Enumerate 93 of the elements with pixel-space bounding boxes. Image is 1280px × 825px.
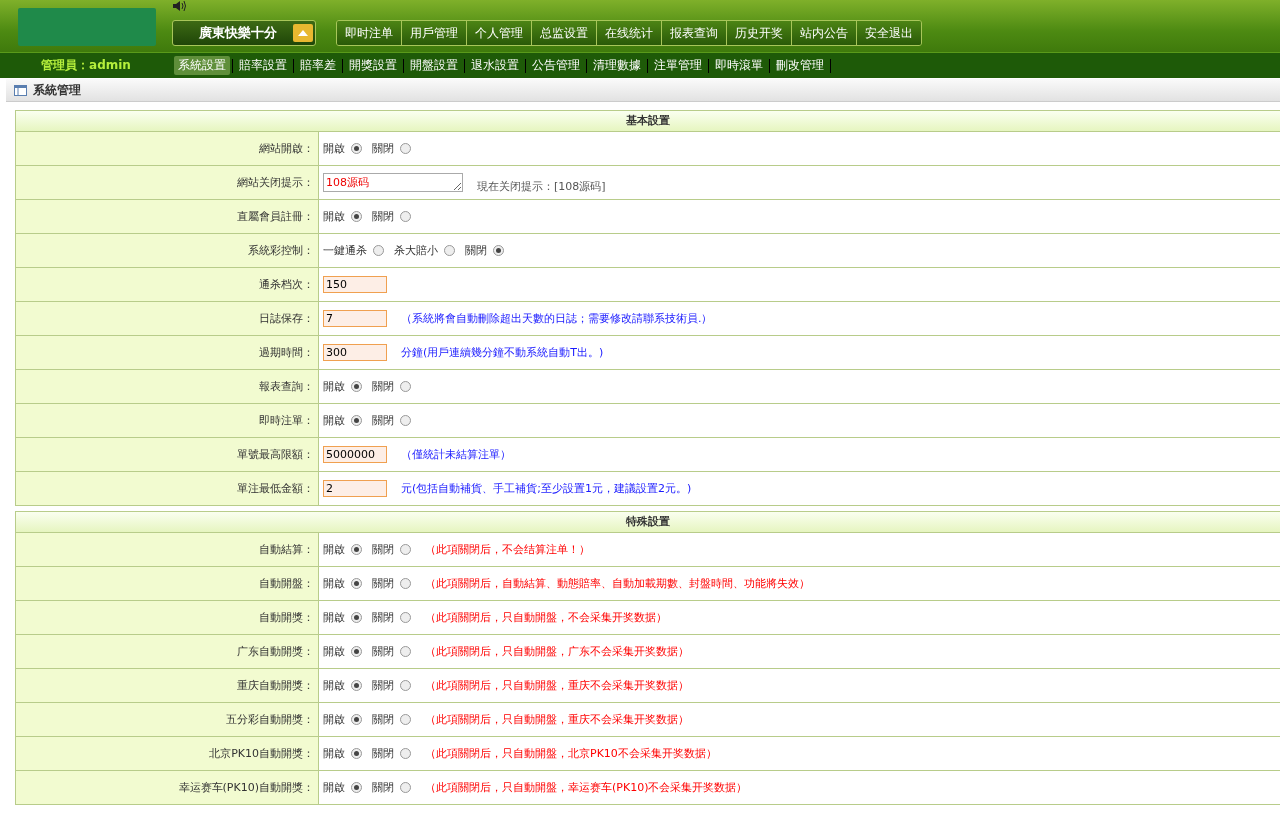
setting-label: 自動開獎： [16, 601, 319, 634]
radio-option[interactable]: 關閉 [372, 780, 411, 795]
subnav-link[interactable]: 開獎設置 [345, 56, 401, 75]
radio-option[interactable]: 開啟 [323, 542, 362, 557]
radio-option[interactable]: 關閉 [372, 610, 411, 625]
nav-button[interactable]: 个人管理 [467, 21, 532, 45]
radio-option[interactable]: 關閉 [372, 746, 411, 761]
nav-button[interactable]: 用戶管理 [402, 21, 467, 45]
setting-label: 報表查詢： [16, 370, 319, 403]
setting-label: 广东自動開獎： [16, 635, 319, 668]
setting-note: （此項關閉后，只自動開盤，重庆不会采集开奖数据） [425, 712, 689, 727]
radio-option[interactable]: 開啟 [323, 413, 362, 428]
subnav-link[interactable]: 清理數據 [589, 56, 645, 75]
setting-label: 五分彩自動開獎： [16, 703, 319, 736]
setting-note: （此項關閉后，只自動開盤，不会采集开奖数据） [425, 610, 667, 625]
setting-label: 北京PK10自動開獎： [16, 737, 319, 770]
text-area[interactable]: 108源码 [323, 173, 463, 192]
setting-label: 直屬會員註冊： [16, 200, 319, 233]
nav-button[interactable]: 即时注单 [337, 21, 402, 45]
setting-note: （此項關閉后，只自動開盤，幸运赛车(PK10)不会采集开奖数据） [425, 780, 748, 795]
speaker-icon[interactable] [172, 0, 186, 12]
section-heading: 基本設置 [16, 111, 1280, 132]
radio-option[interactable]: 關閉 [372, 379, 411, 394]
radio-option[interactable]: 開啟 [323, 610, 362, 625]
setting-label: 單號最高限額： [16, 438, 319, 471]
setting-label: 日誌保存： [16, 302, 319, 335]
setting-label: 過期時間： [16, 336, 319, 369]
radio-option[interactable]: 開啟 [323, 712, 362, 727]
setting-label: 通杀档次： [16, 268, 319, 301]
radio-option[interactable]: 關閉 [372, 678, 411, 693]
radio-option[interactable]: 開啟 [323, 576, 362, 591]
setting-note: （此項關閉后，不会结算注单！） [425, 542, 590, 557]
setting-note: （此項關閉后，只自動開盤，重庆不会采集开奖数据） [425, 678, 689, 693]
subnav-link[interactable]: 開盤設置 [406, 56, 462, 75]
setting-label: 自動開盤： [16, 567, 319, 600]
setting-label: 即時注單： [16, 404, 319, 437]
radio-option[interactable]: 關閉 [372, 644, 411, 659]
setting-label: 單注最低金額： [16, 472, 319, 505]
setting-note: 分鐘(用戶連續幾分鐘不動系統自動T出。) [401, 345, 604, 360]
nav-button[interactable]: 安全退出 [857, 21, 921, 45]
nav-button[interactable]: 报表查询 [662, 21, 727, 45]
setting-note: （此項關閉后，自動結算、動態賠率、自動加載期數、封盤時間、功能將失效） [425, 576, 810, 591]
setting-note: （此項關閉后，只自動開盤，广东不会采集开奖数据） [425, 644, 689, 659]
input-field[interactable]: 7 [323, 310, 387, 327]
nav-button[interactable]: 历史开奖 [727, 21, 792, 45]
nav-button[interactable]: 站内公告 [792, 21, 857, 45]
radio-option[interactable]: 關閉 [372, 542, 411, 557]
setting-note: （此項關閉后，只自動開盤，北京PK10不会采集开奖数据） [425, 746, 717, 761]
setting-note: 現在关闭提示：[108源码] [477, 179, 606, 194]
subnav-link[interactable]: 賠率差 [296, 56, 340, 75]
radio-option[interactable]: 開啟 [323, 379, 362, 394]
radio-option[interactable]: 開啟 [323, 209, 362, 224]
radio-option[interactable]: 一鍵通杀 [323, 243, 384, 258]
input-field[interactable]: 2 [323, 480, 387, 497]
radio-option[interactable]: 關閉 [372, 413, 411, 428]
input-field[interactable]: 150 [323, 276, 387, 293]
subnav-link[interactable]: 即時滾單 [711, 56, 767, 75]
radio-option[interactable]: 關閉 [372, 141, 411, 156]
caret-icon [293, 24, 313, 42]
radio-option[interactable]: 關閉 [372, 712, 411, 727]
window-icon [14, 84, 27, 96]
game-selector[interactable]: 廣東快樂十分 [172, 20, 316, 46]
radio-option[interactable]: 開啟 [323, 746, 362, 761]
radio-option[interactable]: 開啟 [323, 780, 362, 795]
setting-note: （系統將會自動刪除超出天數的日誌；需要修改請聯系技術員.） [401, 311, 713, 326]
radio-option[interactable]: 關閉 [465, 243, 504, 258]
admin-label: 管理員：admin [40, 57, 132, 74]
radio-option[interactable]: 杀大賠小 [394, 243, 455, 258]
setting-note: 元(包括自動補貨、手工補貨;至少設置1元，建議設置2元。) [401, 481, 692, 496]
setting-label: 自動結算： [16, 533, 319, 566]
radio-option[interactable]: 關閉 [372, 576, 411, 591]
radio-option[interactable]: 開啟 [323, 644, 362, 659]
nav-button[interactable]: 总监设置 [532, 21, 597, 45]
radio-option[interactable]: 開啟 [323, 678, 362, 693]
setting-label: 網站開啟： [16, 132, 319, 165]
subnav-link[interactable]: 刪改管理 [772, 56, 828, 75]
radio-option[interactable]: 開啟 [323, 141, 362, 156]
subnav-link[interactable]: 系統設置 [174, 56, 230, 75]
setting-label: 系統彩控制： [16, 234, 319, 267]
radio-option[interactable]: 關閉 [372, 209, 411, 224]
subnav-link[interactable]: 賠率設置 [235, 56, 291, 75]
section-heading: 特殊設置 [16, 512, 1280, 533]
nav-button[interactable]: 在线统计 [597, 21, 662, 45]
setting-label: 重庆自動開獎： [16, 669, 319, 702]
setting-label: 網站关闭提示： [16, 166, 319, 199]
panel-title: 系統管理 [33, 81, 81, 99]
setting-note: （僅統計未結算注單） [401, 447, 511, 462]
input-field[interactable]: 5000000 [323, 446, 387, 463]
input-field[interactable]: 300 [323, 344, 387, 361]
subnav-link[interactable]: 注單管理 [650, 56, 706, 75]
setting-label: 幸运赛车(PK10)自動開獎： [16, 771, 319, 804]
subnav-link[interactable]: 退水設置 [467, 56, 523, 75]
subnav-link[interactable]: 公告管理 [528, 56, 584, 75]
